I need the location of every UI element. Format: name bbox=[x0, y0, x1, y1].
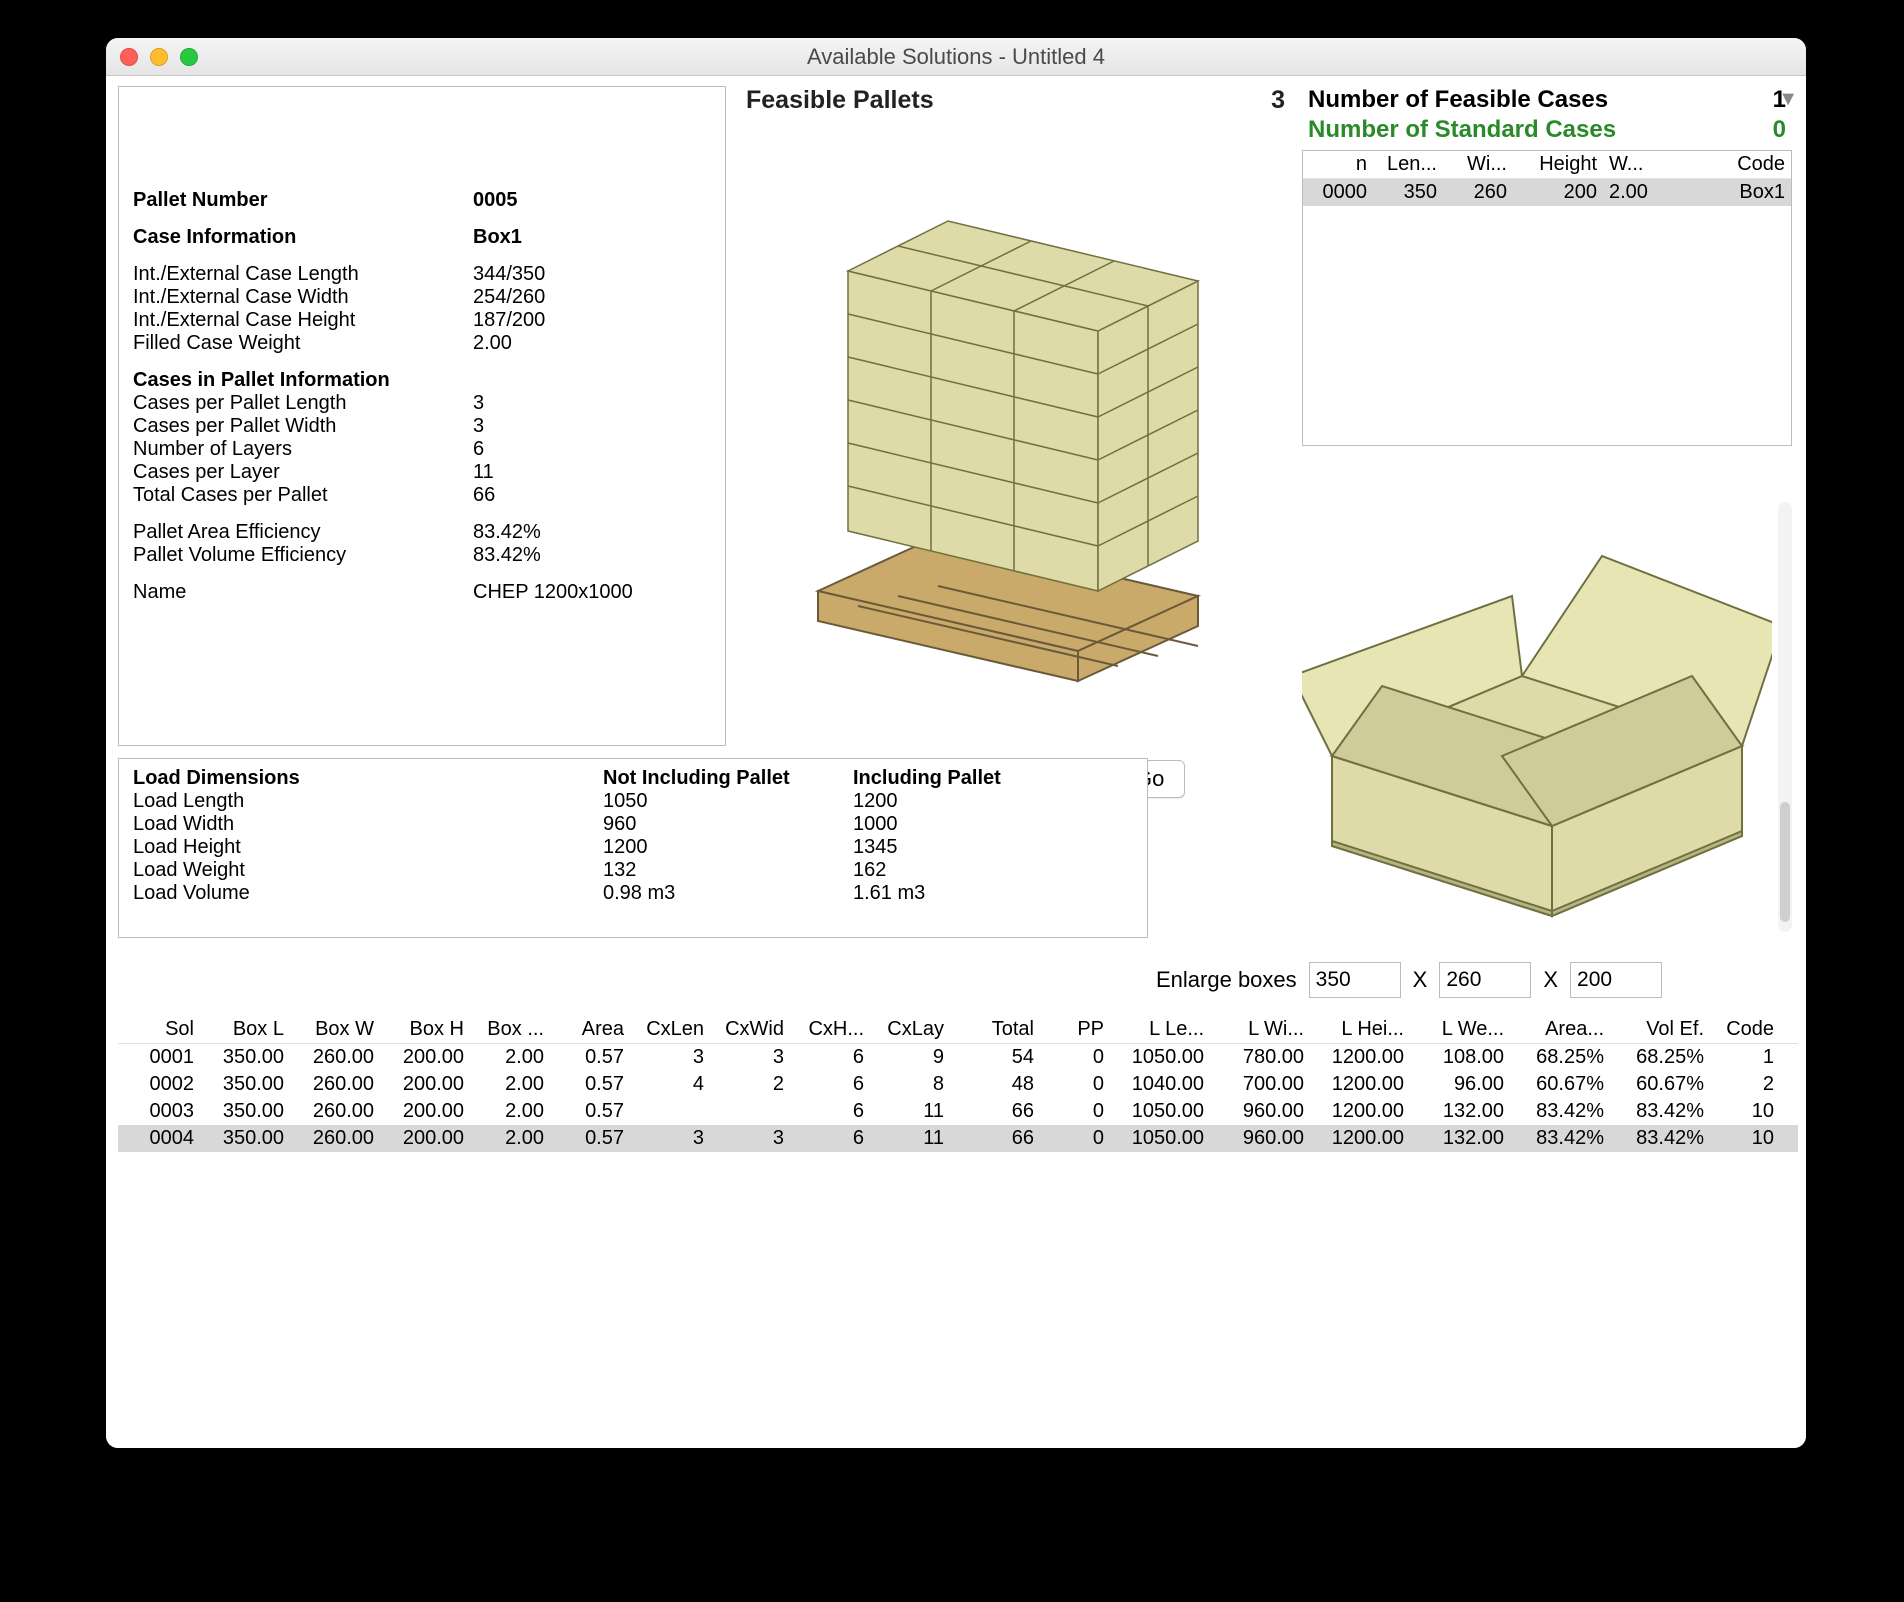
area-efficiency-label: Pallet Area Efficiency bbox=[133, 521, 473, 544]
col-header[interactable]: CxWid bbox=[708, 1016, 788, 1043]
app-window: Available Solutions - Untitled 4 Pallet … bbox=[106, 38, 1806, 1448]
case-height-value: 187/200 bbox=[473, 309, 545, 332]
cases-per-width-label: Cases per Pallet Width bbox=[133, 415, 473, 438]
filled-weight-value: 2.00 bbox=[473, 332, 512, 355]
number-of-layers-value: 6 bbox=[473, 438, 484, 461]
pallet-detail-panel: Pallet Number0005 Case InformationBox1 I… bbox=[118, 86, 726, 746]
feasible-pallets-label: Feasible Pallets bbox=[746, 86, 934, 115]
col-not-including: Not Including Pallet bbox=[603, 767, 853, 790]
col-header[interactable]: Code bbox=[1708, 1016, 1778, 1043]
cases-per-length-label: Cases per Pallet Length bbox=[133, 392, 473, 415]
table-row[interactable]: 0001350.00260.00200.002.000.573369540105… bbox=[118, 1044, 1798, 1071]
col-header[interactable]: CxLen bbox=[628, 1016, 708, 1043]
list-item: Load Weight132162 bbox=[133, 859, 1133, 882]
enlarge-row: Enlarge boxes X X bbox=[1156, 962, 1662, 998]
cases-per-layer-label: Cases per Layer bbox=[133, 461, 473, 484]
col-header[interactable]: Box ... bbox=[468, 1016, 548, 1043]
enlarge-label: Enlarge boxes bbox=[1156, 967, 1297, 993]
col-code[interactable]: Code bbox=[1673, 151, 1791, 178]
col-weight[interactable]: W... bbox=[1603, 151, 1673, 178]
pallet-name-label: Name bbox=[133, 581, 473, 604]
col-header[interactable]: L We... bbox=[1408, 1016, 1508, 1043]
case-3d-icon bbox=[1302, 496, 1772, 936]
enlarge-width-input[interactable] bbox=[1439, 962, 1531, 998]
col-header[interactable]: L Le... bbox=[1108, 1016, 1208, 1043]
col-len[interactable]: Len... bbox=[1373, 151, 1443, 178]
filled-weight-label: Filled Case Weight bbox=[133, 332, 473, 355]
pallet-preview-panel: Feasible Pallets 3 bbox=[738, 86, 1293, 746]
cases-in-pallet-label: Cases in Pallet Information bbox=[133, 369, 473, 392]
col-header[interactable]: L Wi... bbox=[1208, 1016, 1308, 1043]
standard-cases-label: Number of Standard Cases bbox=[1308, 116, 1616, 144]
collapse-icon[interactable]: ▼ bbox=[1778, 88, 1798, 111]
table-row[interactable]: 00003502602002.00Box1 bbox=[1303, 179, 1791, 206]
cases-table-header: n Len... Wi... Height W... Code bbox=[1303, 151, 1791, 179]
cases-per-width-value: 3 bbox=[473, 415, 484, 438]
list-item: Load Length10501200 bbox=[133, 790, 1133, 813]
col-header[interactable]: CxLay bbox=[868, 1016, 948, 1043]
cases-panel: Number of Feasible Cases 1 Number of Sta… bbox=[1302, 86, 1792, 446]
solutions-table-header: SolBox LBox WBox HBox ...AreaCxLenCxWidC… bbox=[118, 1016, 1798, 1044]
col-header[interactable]: L Hei... bbox=[1308, 1016, 1408, 1043]
case-width-label: Int./External Case Width bbox=[133, 286, 473, 309]
content-area: Pallet Number0005 Case InformationBox1 I… bbox=[106, 76, 1806, 1448]
feasible-pallets-value: 3 bbox=[1271, 86, 1285, 115]
total-cases-value: 66 bbox=[473, 484, 495, 507]
total-cases-label: Total Cases per Pallet bbox=[133, 484, 473, 507]
col-header[interactable]: Box H bbox=[378, 1016, 468, 1043]
col-header[interactable]: Area bbox=[548, 1016, 628, 1043]
case-length-label: Int./External Case Length bbox=[133, 263, 473, 286]
case-width-value: 254/260 bbox=[473, 286, 545, 309]
titlebar: Available Solutions - Untitled 4 bbox=[106, 38, 1806, 76]
col-wid[interactable]: Wi... bbox=[1443, 151, 1513, 178]
solutions-table[interactable]: SolBox LBox WBox HBox ...AreaCxLenCxWidC… bbox=[118, 1016, 1798, 1440]
col-header[interactable]: PP bbox=[1038, 1016, 1108, 1043]
cases-per-layer-value: 11 bbox=[473, 461, 494, 484]
col-header[interactable]: Area... bbox=[1508, 1016, 1608, 1043]
col-height[interactable]: Height bbox=[1513, 151, 1603, 178]
col-header[interactable]: Sol bbox=[118, 1016, 198, 1043]
list-item: Load Width9601000 bbox=[133, 813, 1133, 836]
col-header[interactable]: Box W bbox=[288, 1016, 378, 1043]
case-height-label: Int./External Case Height bbox=[133, 309, 473, 332]
number-of-layers-label: Number of Layers bbox=[133, 438, 473, 461]
window-title: Available Solutions - Untitled 4 bbox=[106, 44, 1806, 70]
standard-cases-value: 0 bbox=[1773, 116, 1786, 144]
area-efficiency-value: 83.42% bbox=[473, 521, 541, 544]
feasible-cases-label: Number of Feasible Cases bbox=[1308, 86, 1608, 114]
case-info-value: Box1 bbox=[473, 226, 522, 249]
enlarge-length-input[interactable] bbox=[1309, 962, 1401, 998]
col-header[interactable]: CxH... bbox=[788, 1016, 868, 1043]
load-dimensions-title: Load Dimensions bbox=[133, 767, 603, 790]
multiply-icon: X bbox=[1543, 967, 1558, 993]
scrollbar[interactable] bbox=[1778, 502, 1792, 932]
col-header[interactable]: Box L bbox=[198, 1016, 288, 1043]
pallet-number-value: 0005 bbox=[473, 189, 518, 212]
cases-table[interactable]: n Len... Wi... Height W... Code 00003502… bbox=[1302, 150, 1792, 446]
table-row[interactable]: 0004350.00260.00200.002.000.573361166010… bbox=[118, 1125, 1798, 1152]
col-n[interactable]: n bbox=[1303, 151, 1373, 178]
enlarge-height-input[interactable] bbox=[1570, 962, 1662, 998]
list-item: Load Height12001345 bbox=[133, 836, 1133, 859]
volume-efficiency-label: Pallet Volume Efficiency bbox=[133, 544, 473, 567]
pallet-number-label: Pallet Number bbox=[133, 189, 473, 212]
multiply-icon: X bbox=[1413, 967, 1428, 993]
list-item: Load Volume0.98 m31.61 m3 bbox=[133, 882, 1133, 905]
col-header[interactable]: Vol Ef. bbox=[1608, 1016, 1708, 1043]
load-dimensions-panel: Load Dimensions Not Including Pallet Inc… bbox=[118, 758, 1148, 938]
volume-efficiency-value: 83.42% bbox=[473, 544, 541, 567]
pallet-3d-icon bbox=[738, 121, 1278, 691]
scrollbar-thumb[interactable] bbox=[1780, 802, 1790, 922]
case-info-label: Case Information bbox=[133, 226, 473, 249]
table-row[interactable]: 0002350.00260.00200.002.000.574268480104… bbox=[118, 1071, 1798, 1098]
pallet-name-value: CHEP 1200x1000 bbox=[473, 581, 633, 604]
col-header[interactable]: Total bbox=[948, 1016, 1038, 1043]
col-including: Including Pallet bbox=[853, 767, 1103, 790]
cases-per-length-value: 3 bbox=[473, 392, 484, 415]
case-length-value: 344/350 bbox=[473, 263, 545, 286]
table-row[interactable]: 0003350.00260.00200.002.000.576116601050… bbox=[118, 1098, 1798, 1125]
